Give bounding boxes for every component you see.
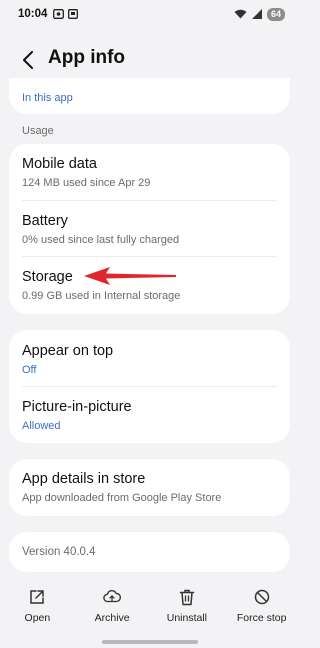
divider xyxy=(22,200,277,201)
status-time: 10:04 xyxy=(18,8,48,20)
open-label: Open xyxy=(24,612,51,624)
store-item-title: App details in store xyxy=(22,471,146,487)
trash-icon xyxy=(178,588,196,606)
archive-label: Archive xyxy=(94,612,130,624)
usage-section-label: Usage xyxy=(22,125,54,137)
version-text: Version 40.0.4 xyxy=(22,546,96,558)
force-stop-label: Force stop xyxy=(236,612,287,624)
usage-item-subtitle: 124 MB used since Apr 29 xyxy=(22,177,151,189)
usage-item-title: Battery xyxy=(22,213,68,229)
wifi-icon xyxy=(234,9,247,19)
usage-item-mobile-data[interactable]: Mobile data 124 MB used since Apr 29 xyxy=(22,155,277,190)
notification-icon xyxy=(68,9,79,19)
usage-item-subtitle: 0% used since last fully charged xyxy=(22,234,180,246)
screenshot-icon xyxy=(53,9,65,19)
cloud-upload-icon xyxy=(103,588,122,606)
bottom-action-bar: Open Archive Uninstall Force stop xyxy=(0,588,299,632)
version-card: Version 40.0.4 xyxy=(9,532,290,572)
permission-item-picture-in-picture[interactable]: Picture-in-picture Allowed xyxy=(22,398,277,433)
usage-card: Mobile data 124 MB used since Apr 29 Bat… xyxy=(9,144,290,314)
permission-item-title: Picture-in-picture xyxy=(22,399,132,415)
open-button[interactable]: Open xyxy=(2,588,72,624)
back-arrow-icon xyxy=(23,51,33,69)
uninstall-button[interactable]: Uninstall xyxy=(152,588,222,624)
in-this-app-link[interactable]: In this app xyxy=(22,88,277,106)
archive-button[interactable]: Archive xyxy=(77,588,147,624)
permission-item-value: Off xyxy=(22,364,37,376)
permission-item-appear-on-top[interactable]: Appear on top Off xyxy=(22,342,277,377)
permissions-card: Appear on top Off Picture-in-picture All… xyxy=(9,330,290,443)
app-bar: App info xyxy=(0,42,299,78)
status-bar: 10:04 64 xyxy=(0,0,299,28)
uninstall-label: Uninstall xyxy=(166,612,208,624)
divider xyxy=(22,256,277,257)
store-item-subtitle: App downloaded from Google Play Store xyxy=(22,492,222,504)
usage-item-subtitle: 0.99 GB used in Internal storage xyxy=(22,290,181,302)
permission-item-value: Allowed xyxy=(22,420,61,432)
open-external-icon xyxy=(28,588,46,606)
usage-item-title: Mobile data xyxy=(22,156,97,172)
page-title: App info xyxy=(48,47,126,68)
navigation-handle[interactable] xyxy=(102,640,198,644)
block-icon xyxy=(253,588,271,606)
store-card: App details in store App downloaded from… xyxy=(9,459,290,516)
annotation-arrow-icon xyxy=(84,267,176,285)
usage-item-battery[interactable]: Battery 0% used since last fully charged xyxy=(22,212,277,247)
force-stop-button[interactable]: Force stop xyxy=(227,588,297,624)
divider xyxy=(22,386,277,387)
signal-icon xyxy=(251,9,262,19)
back-button[interactable] xyxy=(18,50,38,70)
in-this-app-card: In this app xyxy=(9,78,290,114)
battery-indicator: 64 xyxy=(266,7,285,21)
permission-item-title: Appear on top xyxy=(22,343,114,359)
app-details-in-store-item[interactable]: App details in store App downloaded from… xyxy=(22,470,277,505)
